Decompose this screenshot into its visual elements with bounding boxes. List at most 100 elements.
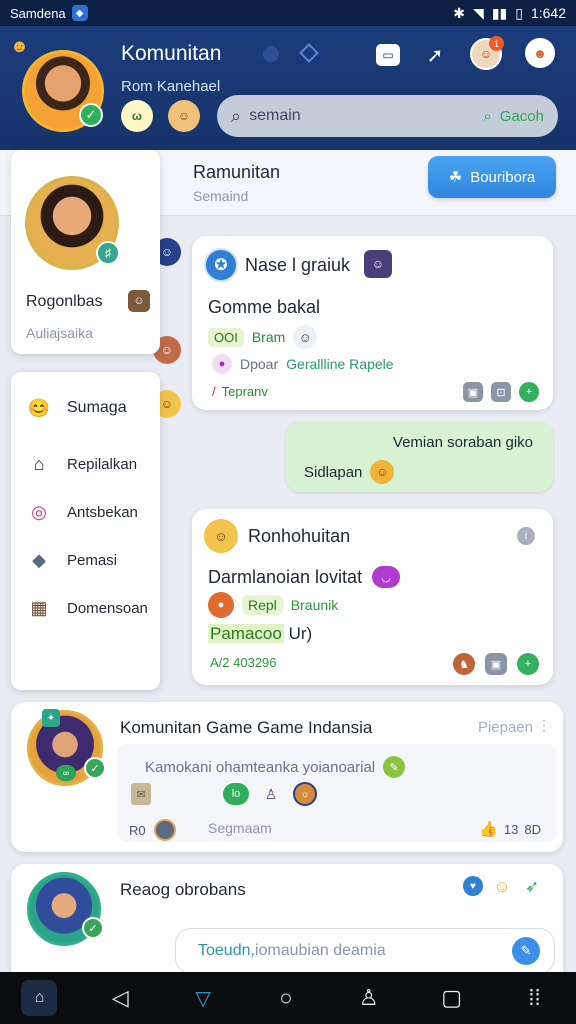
apps-grid-icon[interactable]: ⁞⁞ xyxy=(514,978,554,1018)
info-icon[interactable]: i xyxy=(517,527,535,545)
community-avatar[interactable]: ✓ xyxy=(27,872,104,946)
profile-mini-avatar-icon: ☺ xyxy=(128,290,150,312)
menu-item-antsbekan[interactable]: ◎ Antsbekan xyxy=(25,498,138,526)
tag-icon: ● xyxy=(212,354,232,374)
send-icon[interactable]: ✎ xyxy=(512,937,540,965)
comment-input[interactable]: Toeudn, iomaubian deamia ✎ xyxy=(175,928,555,974)
status-clock: 1:642 xyxy=(530,5,566,21)
page-title: Komunitan xyxy=(121,42,222,65)
add-icon[interactable]: + xyxy=(517,653,539,675)
preview-text-row: Kamokani ohamteanka yoianoarial ✎ xyxy=(145,756,406,778)
member-avatar-icon xyxy=(153,819,176,841)
chip-omega[interactable]: ω xyxy=(121,100,153,132)
status-bar: Samdena ◆ ✱ ◥ ▮▮ ▯ 1:642 xyxy=(0,0,576,26)
assistant-icon[interactable]: ▽ xyxy=(183,978,223,1018)
like-icon[interactable]: 👍 xyxy=(479,820,498,838)
verified-check-icon: ✓ xyxy=(84,757,106,779)
post-text: Darmlanoian lovitat xyxy=(208,566,363,587)
share-icon[interactable]: ➚ xyxy=(422,42,448,68)
community-card[interactable]: ✦ ∞ ✓ Komunitan Game Game Indansia Piepa… xyxy=(11,702,563,852)
menu-item-pemasi[interactable]: ◆ Pemasi xyxy=(25,546,117,574)
profile-handle: Auliajsaika xyxy=(26,325,93,341)
sparkle-icon: ☘ xyxy=(448,169,463,186)
emblem-icon: ☼ xyxy=(293,782,317,806)
post-meta-row: ● Dpoar Gerallline Rapele xyxy=(212,354,394,374)
profile-name: Rogonlbas xyxy=(26,293,103,310)
bubble-line-2: Sidlapan ☺ xyxy=(304,460,395,484)
reaction-icon[interactable]: ♞ xyxy=(453,653,475,675)
menu-item-domensoan[interactable]: ▦ Domensoan xyxy=(25,594,148,622)
chip-avatar-icon[interactable]: ☺ xyxy=(168,100,200,132)
menu-item-label: Domensoan xyxy=(67,599,148,617)
post-author-avatar-icon[interactable]: ☺ xyxy=(364,250,392,278)
share-icon[interactable]: ⊡ xyxy=(491,382,511,402)
comments-count: 8D xyxy=(524,821,541,837)
post-line-3: Pamacoo Ur) xyxy=(208,624,312,644)
post-tag-row: ● Repl Braunik xyxy=(208,592,338,618)
tag-icon: ● xyxy=(208,592,234,618)
diamond-icon[interactable] xyxy=(299,43,319,63)
subbar-button[interactable]: ☘ Bouribora xyxy=(428,156,556,198)
message-icon[interactable]: ▭ xyxy=(376,44,400,66)
more-icon[interactable]: ⋮ xyxy=(537,717,551,734)
subbar-button-label: Bouribora xyxy=(470,168,536,186)
recents-icon[interactable]: ▢ xyxy=(432,978,472,1018)
app-logo-icon[interactable]: ☻ xyxy=(10,36,29,57)
profile-card[interactable]: ♯ Rogonlbas ☺ Auliajsaika xyxy=(11,150,160,354)
community-stats: 👍 13 8D xyxy=(479,820,541,838)
message-bubble[interactable]: Vemian soraban giko Sidlapan ☺ xyxy=(286,422,553,492)
post-meta-b[interactable]: Gerallline Rapele xyxy=(286,356,393,372)
edit-icon: / xyxy=(212,384,216,399)
add-icon[interactable]: + xyxy=(519,382,539,402)
emoji-icon: ☺ xyxy=(370,460,395,484)
notification-badge: 1 xyxy=(489,36,504,51)
heart-icon[interactable]: ♥ xyxy=(463,876,483,896)
bubble-text-1: Vemian soraban giko xyxy=(392,434,533,451)
header-avatar[interactable]: ✓ xyxy=(22,50,104,132)
search-bar[interactable]: ⌕ semain ⌕ Gacoh xyxy=(217,95,558,137)
badge-icon: ∞ xyxy=(56,765,76,781)
home-icon: ⌂ xyxy=(33,453,45,474)
menu-item-label: Pemasi xyxy=(67,551,118,569)
members-count: R0 xyxy=(129,822,146,838)
profile-avatar[interactable]: ♯ xyxy=(25,176,120,270)
image-icon[interactable]: ▣ xyxy=(463,382,483,402)
menu-item-repilalkan[interactable]: ⌂ Repilalkan xyxy=(25,450,137,478)
post-tag-row: OOI Bram ☺ xyxy=(208,325,318,349)
community-avatar[interactable]: ✦ ∞ ✓ xyxy=(27,709,106,786)
person-icon[interactable]: ♙ xyxy=(349,978,389,1018)
preview-text: Kamokani ohamteanka yoianoarial xyxy=(145,758,376,776)
post-card[interactable]: ☺ Ronhohuitan i Darmlanoian lovitat ◡ ● … xyxy=(192,509,553,685)
battery-icon: ▯ xyxy=(515,4,523,21)
community-time: Piepaen xyxy=(477,719,533,736)
comment-input-rest: iomaubian deamia xyxy=(254,942,386,959)
post-line3-rest: Ur) xyxy=(288,624,313,643)
subbar-subtitle: Semaind xyxy=(193,188,249,204)
search-action-button[interactable]: Gacoh xyxy=(500,108,544,125)
home-icon[interactable]: ○ xyxy=(266,978,306,1018)
comment-input-value: Toeudn, xyxy=(198,942,255,959)
post-actions: ♞ ▣ + xyxy=(453,653,539,675)
emoji-icon[interactable]: ☺ xyxy=(491,876,513,898)
back-icon[interactable]: ◁ xyxy=(100,978,140,1018)
wifi-icon: ◥ xyxy=(473,4,484,21)
search-input[interactable]: semain xyxy=(249,107,301,125)
profile-avatar-icon[interactable]: ☻ xyxy=(525,38,555,68)
notification-avatar[interactable]: ☺ 1 xyxy=(470,36,504,70)
menu-item-sumaga[interactable]: 😊 Sumaga xyxy=(25,394,127,422)
leaf-icon[interactable]: ➶ xyxy=(521,876,543,898)
community-status: Segmaam xyxy=(208,820,272,836)
post-title: Nase l graiuk xyxy=(245,255,351,275)
post-text-row: Darmlanoian lovitat ◡ xyxy=(208,566,401,588)
bluetooth-icon: ✱ xyxy=(453,4,466,21)
leaf-icon: ✎ xyxy=(383,756,406,778)
post-tag-text[interactable]: Braunik xyxy=(291,597,338,613)
home-app-icon[interactable]: ⌂ xyxy=(21,980,58,1016)
post-author-avatar-icon[interactable]: ☺ xyxy=(204,519,238,553)
verified-check-icon: ✓ xyxy=(79,103,103,127)
image-icon[interactable]: ▣ xyxy=(485,653,507,675)
post-card[interactable]: ✪ Nase l graiuk ☺ Gomme bakal OOI Bram ☺… xyxy=(192,236,553,410)
community-icons: ♥ ☺ ➶ xyxy=(463,876,543,898)
profile-tag-icon: ♯ xyxy=(96,241,120,265)
post-pill-text: Bram xyxy=(251,329,286,345)
